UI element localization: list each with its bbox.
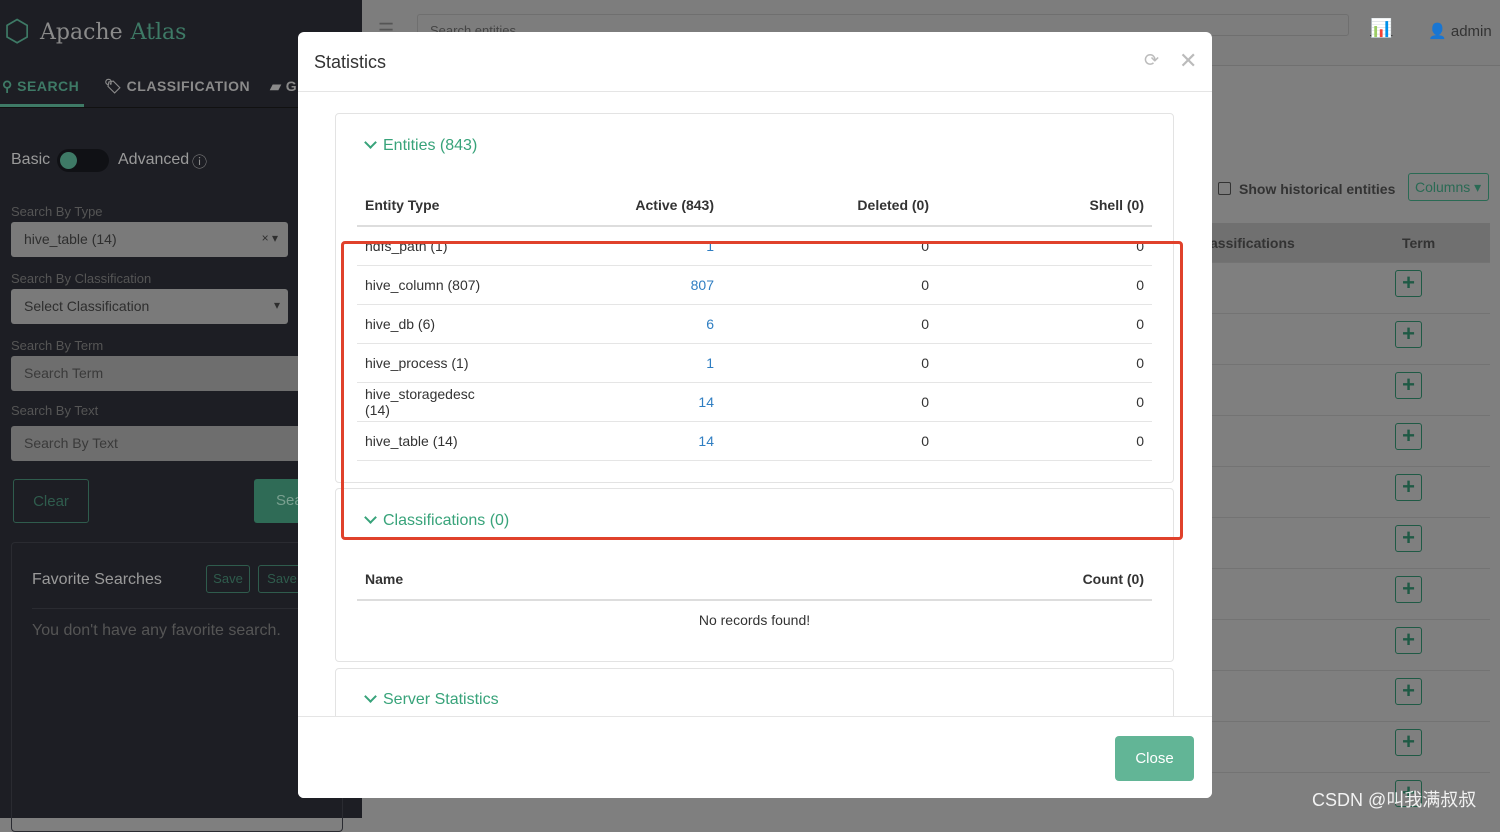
type-label: Search By Type [11,204,103,219]
favorites-panel: Favorite Searches Save Save You don't ha… [11,542,343,832]
server-statistics-panel: Server Statistics [335,668,1174,716]
tag-icon: 🏷 [104,78,123,94]
classifications-table: Name Count (0) No records found! [357,559,1152,639]
no-records: No records found! [698,612,811,628]
add-term-button[interactable]: + [1395,270,1422,297]
add-term-button[interactable]: + [1395,678,1422,705]
tab-search[interactable]: ⚲ SEARCH [0,68,84,107]
close-button[interactable]: Close [1115,736,1194,781]
classification-label: Search By Classification [11,271,152,286]
search-button[interactable]: Sea [254,479,304,523]
app-name: Apache [40,19,123,45]
col-header: Deleted (0) [722,185,937,227]
col-count: Count (0) [684,559,1152,601]
col-term: Term [1402,235,1436,251]
close-icon[interactable]: ✕ [1179,48,1197,74]
add-term-button[interactable]: + [1395,372,1422,399]
modal-header: Statistics ⟳ ✕ [298,32,1212,92]
entities-toggle[interactable]: Entities (843) [364,136,478,155]
term-placeholder: Search Term [24,365,104,381]
add-term-button[interactable]: + [1395,474,1422,501]
server-statistics-title: Server Statistics [383,691,499,708]
app-name-accent: Atlas [130,19,187,45]
folder-icon: ▰ [270,78,282,94]
user-icon: 👤 [1428,23,1447,40]
row-divider [1190,415,1490,416]
row-divider [1190,262,1490,263]
term-label: Search By Term [11,338,104,353]
results-table-header: assifications Term [1190,223,1490,262]
advanced-label: Advanced [118,151,190,168]
chevron-down-icon: ▾ [273,298,280,312]
type-value: hive_table (14) [24,231,117,247]
row-divider [1190,619,1490,620]
favorites-title: Favorite Searches [32,571,162,588]
historical-label: Show historical entities [1239,181,1396,197]
tab-label: CLASSIFICATION [126,78,251,94]
search-mode-toggle[interactable] [57,149,109,172]
add-term-button[interactable]: + [1395,321,1422,348]
entities-title: Entities (843) [383,137,478,154]
user-menu[interactable]: 👤 admin [1428,22,1492,40]
server-statistics-toggle[interactable]: Server Statistics [364,690,499,709]
save-button[interactable]: Save [206,565,250,593]
add-term-button[interactable]: + [1395,525,1422,552]
row-divider [1190,313,1490,314]
tab-label: SEARCH [17,78,80,94]
columns-label: Columns [1415,179,1471,195]
columns-button[interactable]: Columns ▾ [1408,173,1489,201]
clear-button[interactable]: Clear [13,479,89,523]
modal-footer: Close [298,716,1212,798]
col-header: Shell (0) [937,185,1152,227]
row-divider [1190,670,1490,671]
classification-select[interactable]: Select Classification ▾ [11,289,288,324]
text-label: Search By Text [11,403,99,418]
favorites-empty: You don't have any favorite search. [32,622,281,639]
add-term-button[interactable]: + [1395,423,1422,450]
term-input[interactable]: Search Term [11,356,301,391]
watermark: CSDN @叫我满叔叔 [1312,790,1477,810]
highlight-box [341,241,1183,540]
col-header: Active (843) [499,185,722,227]
clear-chevron-icon[interactable]: × ▾ [262,231,278,245]
user-name: admin [1450,23,1492,40]
logo[interactable]: ⬡ Apache Atlas [4,16,186,48]
search-icon: ⚲ [2,78,13,94]
atlas-logo-icon: ⬡ [4,15,31,48]
row-divider [1190,364,1490,365]
statistics-icon[interactable]: 📊 [1370,18,1392,39]
text-input[interactable]: Search By Text [11,426,301,461]
col-header: Entity Type [357,185,499,227]
chevron-down-icon [364,690,377,703]
tab-classification[interactable]: 🏷 CLASSIFICATION [102,68,250,107]
chevron-down-icon [364,136,377,149]
modal-title: Statistics [314,52,387,72]
row-divider [1190,568,1490,569]
col-classifications: assifications [1210,235,1295,251]
basic-label: Basic [11,151,51,168]
row-divider [1190,721,1490,722]
row-divider [1190,466,1490,467]
add-term-button[interactable]: + [1395,576,1422,603]
help-icon[interactable]: ⓘ [192,151,207,172]
row-divider [1190,772,1490,773]
type-select[interactable]: hive_table (14) × ▾ [11,222,288,257]
refresh-icon[interactable]: ⟳ [1144,50,1159,71]
row-divider [1190,517,1490,518]
text-placeholder: Search By Text [24,435,118,451]
col-name: Name [357,559,685,601]
add-term-button[interactable]: + [1395,627,1422,654]
add-term-button[interactable]: + [1395,729,1422,756]
historical-checkbox[interactable] [1218,182,1231,195]
classification-placeholder: Select Classification [24,298,150,314]
statistics-modal: Statistics ⟳ ✕ Entities (843) Entity Typ… [298,32,1212,798]
